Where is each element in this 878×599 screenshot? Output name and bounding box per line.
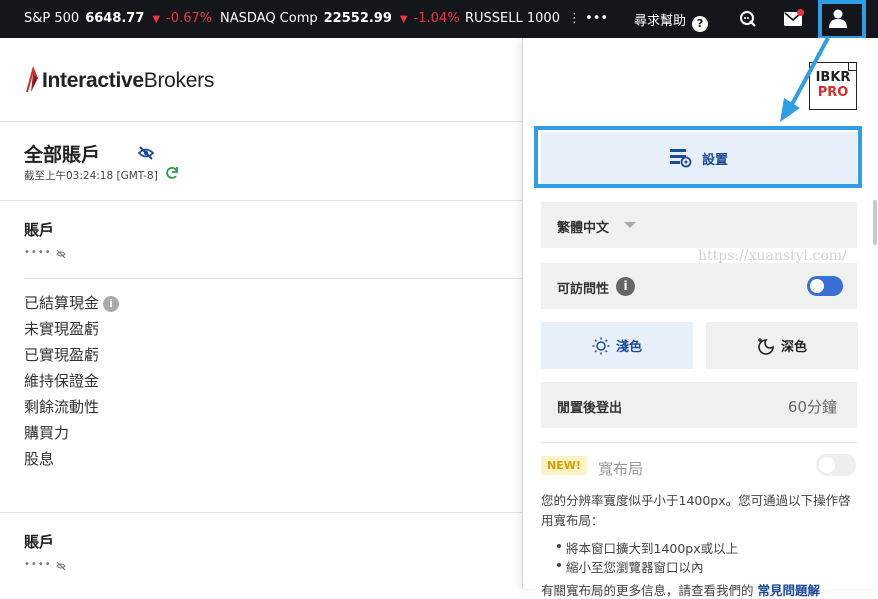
logo-bold-text: Interactive (42, 69, 144, 92)
masked-account-id: •••• (24, 559, 52, 570)
down-triangle-icon: ▼ (399, 14, 408, 25)
accessibility-toggle[interactable] (807, 276, 843, 296)
language-select[interactable]: 繁體中文 (541, 202, 857, 248)
ticker-change: -0.67% (166, 11, 213, 26)
toggle-knob (810, 279, 824, 293)
settings-button[interactable]: 設置 (541, 132, 857, 184)
wide-layout-description: 您的分辨率寬度似乎小于1400px。您可通過以下操作啓用寬布局： (541, 493, 851, 528)
settings-icon (669, 149, 692, 168)
chevron-down-icon (624, 222, 636, 228)
theme-dark-label: 深色 (780, 340, 807, 355)
ticker-item-russell[interactable]: RUSSELL 1000 ⋮ ••• (465, 11, 608, 26)
market-ticker-bar: S&P 500 6648.77 ▼ -0.67% NASDAQ Comp 22552.9… (0, 0, 878, 40)
sun-icon (592, 337, 610, 354)
wide-layout-label: 寬布局 (598, 460, 644, 478)
account-section-label: 賬戶 (24, 533, 55, 551)
metric-dividends: 股息 (24, 450, 55, 468)
account-title: 全部賬戶 (24, 144, 101, 166)
metric-label: 已結算現金 (24, 294, 100, 312)
idle-logout-row[interactable]: 閒置後登出 60分鐘 (541, 382, 857, 428)
idle-logout-label: 閒置後登出 (557, 401, 623, 416)
metric-realized-pnl: 已實現盈虧 (24, 346, 100, 364)
badge-corner (848, 62, 857, 71)
divider (0, 121, 522, 122)
theme-light-label: 淺色 (615, 340, 642, 355)
divider (24, 278, 522, 279)
ticker-value: 6648.77 (85, 11, 145, 26)
account-section-label: 賬戶 (24, 221, 55, 239)
language-value: 繁體中文 (557, 221, 610, 236)
metric-unrealized-pnl: 未實現盈虧 (24, 320, 100, 338)
toggle-knob (819, 457, 835, 473)
ticker-name: S&P 500 (24, 11, 80, 26)
question-icon: ? (692, 16, 709, 32)
chat-icon[interactable] (740, 11, 756, 27)
idle-logout-value: 60分鐘 (787, 398, 837, 416)
divider (0, 512, 522, 513)
ticker-item-nasdaq[interactable]: NASDAQ Comp 22552.99 ▼ -1.04% (220, 11, 460, 26)
theme-dark-button[interactable]: 深色 (706, 322, 858, 369)
wide-layout-tip: 將本窗口擴大到1400px或以上 (556, 538, 738, 557)
moon-icon (757, 337, 774, 355)
eye-off-icon[interactable] (138, 145, 154, 161)
masked-account-id: •••• (24, 247, 52, 258)
divider (0, 200, 522, 201)
faq-link[interactable]: 常見問題解 (758, 583, 821, 598)
ticker-value: 22552.99 (323, 11, 392, 26)
annotation-arrow-icon (780, 37, 830, 122)
brand-logo[interactable]: InteractiveBrokers (42, 69, 214, 93)
ticker-more-icon[interactable]: ⋮ ••• (568, 11, 608, 26)
ib-logo-icon (26, 66, 38, 92)
info-icon[interactable]: i (616, 277, 635, 296)
eye-off-small-icon[interactable] (56, 249, 66, 259)
accessibility-row: 可訪問性 i (541, 263, 857, 309)
metric-excess-liquidity: 剩餘流動性 (24, 398, 100, 416)
new-badge: NEW! (541, 456, 587, 475)
metric-settled-cash: 已結算現金 i (24, 292, 120, 313)
more-info-text: 有關寬布局的更多信息，請查看我們的 (541, 583, 754, 598)
wide-layout-toggle[interactable] (816, 454, 856, 476)
theme-light-button[interactable]: 淺色 (541, 322, 693, 369)
wide-layout-more-info: 有關寬布局的更多信息，請查看我們的 常見問題解 (541, 580, 820, 599)
user-icon[interactable] (829, 9, 847, 28)
help-button[interactable]: 尋求幫助? (634, 10, 709, 32)
metric-maintenance-margin: 維持保證金 (24, 372, 100, 390)
info-icon[interactable]: i (103, 296, 120, 312)
accessibility-label: 可訪問性 (557, 282, 610, 297)
logo-rest-text: Brokers (143, 69, 215, 92)
notification-dot (797, 9, 804, 16)
ticker-item-sp500[interactable]: S&P 500 6648.77 ▼ -0.67% (24, 11, 212, 26)
help-label: 尋求幫助 (634, 14, 687, 29)
down-triangle-icon: ▼ (152, 14, 161, 25)
as-of-timestamp: 截至上午03:24:18 [GMT-8] (24, 170, 158, 182)
settings-label: 設置 (701, 152, 728, 168)
eye-off-small-icon[interactable] (56, 561, 66, 571)
ticker-name: NASDAQ Comp (220, 11, 318, 26)
metric-buying-power: 購買力 (24, 424, 70, 442)
ticker-name: RUSSELL 1000 (465, 11, 560, 26)
wide-layout-tip: 縮小至您瀏覽器窗口以內 (557, 557, 704, 576)
ticker-change: -1.04% (413, 11, 460, 26)
watermark-text: https://xuanstyl.com/ (698, 248, 847, 264)
panel-scrollbar[interactable] (873, 200, 877, 245)
refresh-icon[interactable] (165, 166, 179, 180)
divider (541, 442, 857, 443)
